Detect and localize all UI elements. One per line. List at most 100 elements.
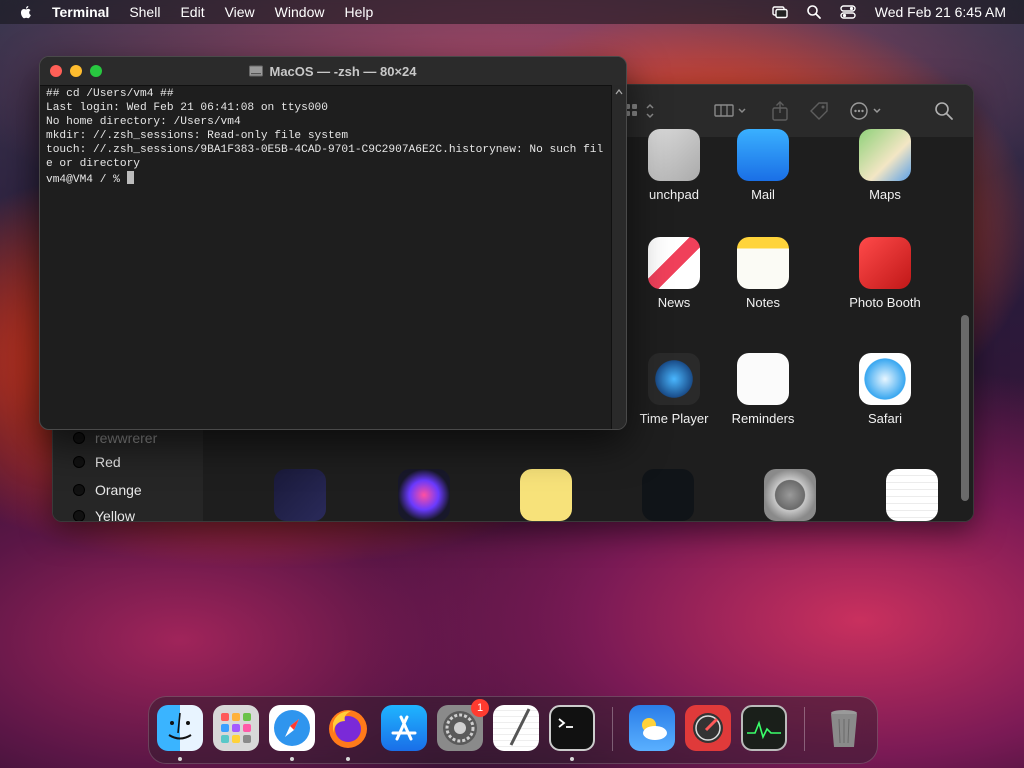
dock-activity-monitor[interactable] [741,705,787,751]
menu-view[interactable]: View [225,0,255,24]
app-store-icon [391,715,417,741]
tag-dot-icon [73,456,85,468]
minimize-button[interactable] [70,65,82,77]
dock-directory-utility[interactable] [685,705,731,751]
window-controls [50,65,110,77]
zoom-button[interactable] [90,65,102,77]
tag-label: Yellow [95,508,135,522]
tag-label: Red [95,454,121,470]
menu-app-terminal[interactable]: Terminal [52,0,109,24]
terminal-scrollbar[interactable] [611,85,626,429]
menu-edit[interactable]: Edit [180,0,204,24]
app-label: Time Player [639,411,709,426]
tag-label: Orange [95,482,142,498]
app-label: Reminders [731,411,795,426]
tag-icon[interactable] [807,99,831,123]
menubar-clock[interactable]: Wed Feb 21 6:45 AM [875,4,1006,20]
running-indicator [570,757,574,761]
app-label: Notes [746,295,780,310]
terminal-window: MacOS — -zsh — 80×24 ## cd /Users/vm4 ##… [39,56,627,430]
pen-icon [509,708,531,746]
terminal-cursor [126,171,134,184]
view-grid-toggle-icon[interactable] [623,99,663,123]
sidebar-tag-rewwrerer[interactable]: rewwrerer [73,427,157,449]
more-actions-icon[interactable] [847,99,887,123]
shortcuts-icon [274,469,326,521]
menu-window[interactable]: Window [275,0,325,24]
share-icon[interactable] [769,99,791,123]
scroll-up-arrow-icon[interactable] [615,88,623,96]
dock-safari[interactable] [269,705,315,751]
group-by-icon[interactable] [713,99,753,123]
running-indicator [346,757,350,761]
menu-bar: Terminal Shell Edit View Window Help Wed… [0,0,1024,24]
terminal-output[interactable]: ## cd /Users/vm4 ## Last login: Wed Feb 2… [46,87,606,425]
trash-icon [831,710,857,747]
app-label: Safari [868,411,902,426]
status-area: Wed Feb 21 6:45 AM [763,3,1024,21]
app-siri[interactable] [369,469,479,521]
app-photo-booth[interactable]: Photo Booth [830,237,940,310]
sidebar-tag-yellow[interactable]: Yellow [73,505,135,522]
running-indicator [290,757,294,761]
app-shortcuts[interactable] [245,469,355,521]
terminal-line: Last login: Wed Feb 21 06:41:08 on ttys0… [46,102,328,114]
dock-weather[interactable] [629,705,675,751]
dock-system-settings[interactable]: 1 [437,699,489,751]
app-maps[interactable]: Maps [830,129,940,202]
apple-menu-icon[interactable] [18,4,34,20]
reminders-icon [737,353,789,405]
textedit-icon [886,469,938,521]
dock-separator [804,707,805,751]
terminal-titlebar[interactable]: MacOS — -zsh — 80×24 [40,57,626,86]
siri-icon [398,469,450,521]
app-mail[interactable]: Mail [708,129,818,202]
disk-icon [249,65,264,77]
app-reminders[interactable]: Reminders [708,353,818,426]
sidebar-tag-red[interactable]: Red [73,451,121,473]
terminal-line: No home directory: /Users/vm4 [46,116,241,128]
launchpad-icon [648,129,700,181]
notes-icon [737,237,789,289]
firefox-icon [329,710,367,748]
screen-mirroring-icon[interactable] [771,3,789,21]
app-safari[interactable]: Safari [830,353,940,426]
app-system-settings[interactable] [735,469,845,521]
maps-icon [859,129,911,181]
menu-help[interactable]: Help [344,0,373,24]
dock: 1 [148,696,878,764]
finder-scrollbar[interactable] [961,197,969,521]
app-notes[interactable]: Notes [708,237,818,310]
stocks-icon [642,469,694,521]
dock-trash[interactable] [821,705,867,751]
menu-shell[interactable]: Shell [129,0,160,24]
tag-dot-icon [73,510,85,521]
dock-finder[interactable] [157,705,203,751]
spotlight-search-icon[interactable] [805,3,823,21]
search-icon[interactable] [933,99,955,123]
app-stocks[interactable] [613,469,723,521]
sidebar-tag-orange[interactable]: Orange [73,479,142,501]
app-textedit[interactable] [857,469,967,521]
dock-terminal[interactable] [549,705,595,751]
terminal-line: touch: //.zsh_sessions/9BA1F383-0E5B-4CA… [46,144,604,170]
tag-dot-icon [73,484,85,496]
control-center-icon[interactable] [839,3,857,21]
dock-app-store[interactable] [381,705,427,751]
terminal-prompt: vm4@VM4 / % [46,174,127,186]
app-label: Mail [751,187,775,202]
dock-textedit[interactable] [493,705,539,751]
notification-badge: 1 [471,699,489,717]
dock-launchpad[interactable] [213,705,259,751]
compass-icon [693,713,723,743]
dock-firefox[interactable] [325,705,371,751]
terminal-prompt-line: vm4@VM4 / % [46,171,606,187]
photo-booth-icon [859,237,911,289]
app-label: News [657,295,691,310]
app-stickies[interactable] [491,469,601,521]
safari-icon [859,353,911,405]
safari-compass-icon [274,710,310,746]
terminal-line: mkdir: //.zsh_sessions: Read-only file s… [46,130,349,142]
finder-scrollbar-thumb[interactable] [961,315,969,501]
close-button[interactable] [50,65,62,77]
